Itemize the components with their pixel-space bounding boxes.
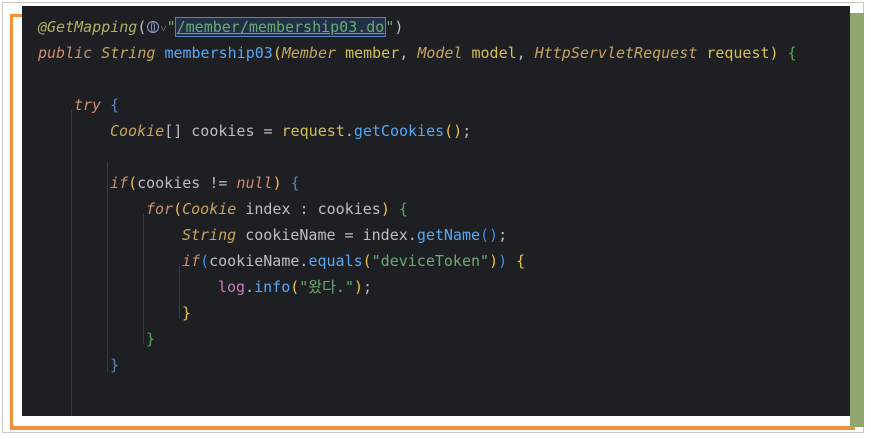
globe-icon[interactable] (147, 21, 160, 33)
code-line-1[interactable]: @GetMapping(˅"/member/membership03.do") (38, 14, 403, 40)
code-line-7[interactable]: String cookieName = index.getName(); (182, 222, 507, 248)
code-line-3[interactable]: try { (74, 92, 119, 118)
method-name: membership03 (164, 44, 273, 62)
indent-guide (107, 162, 108, 372)
code-editor[interactable]: @GetMapping(˅"/member/membership03.do") … (22, 6, 850, 416)
annotation-getmapping: @GetMapping (38, 18, 138, 36)
orange-frame-bottom (10, 426, 855, 430)
indent-guide (179, 266, 180, 318)
indent-guide (143, 214, 144, 344)
code-line-12[interactable]: } (110, 352, 119, 378)
code-line-9[interactable]: log.info("왔다."); (218, 274, 372, 300)
code-line-10[interactable]: } (182, 300, 191, 326)
code-line-5[interactable]: if(cookies != null) { (110, 170, 300, 196)
indent-guide (71, 110, 72, 416)
code-line-8[interactable]: if(cookieName.equals("deviceToken")) { (182, 248, 525, 274)
url-mapping-link[interactable]: /member/membership03.do (174, 17, 387, 37)
code-line-6[interactable]: for(Cookie index : cookies) { (146, 196, 408, 222)
code-line-4[interactable]: Cookie[] cookies = request.getCookies(); (110, 118, 471, 144)
green-frame (850, 13, 864, 427)
code-line-11[interactable]: } (146, 326, 155, 352)
code-line-2[interactable]: public String membership03(Member member… (38, 40, 797, 66)
